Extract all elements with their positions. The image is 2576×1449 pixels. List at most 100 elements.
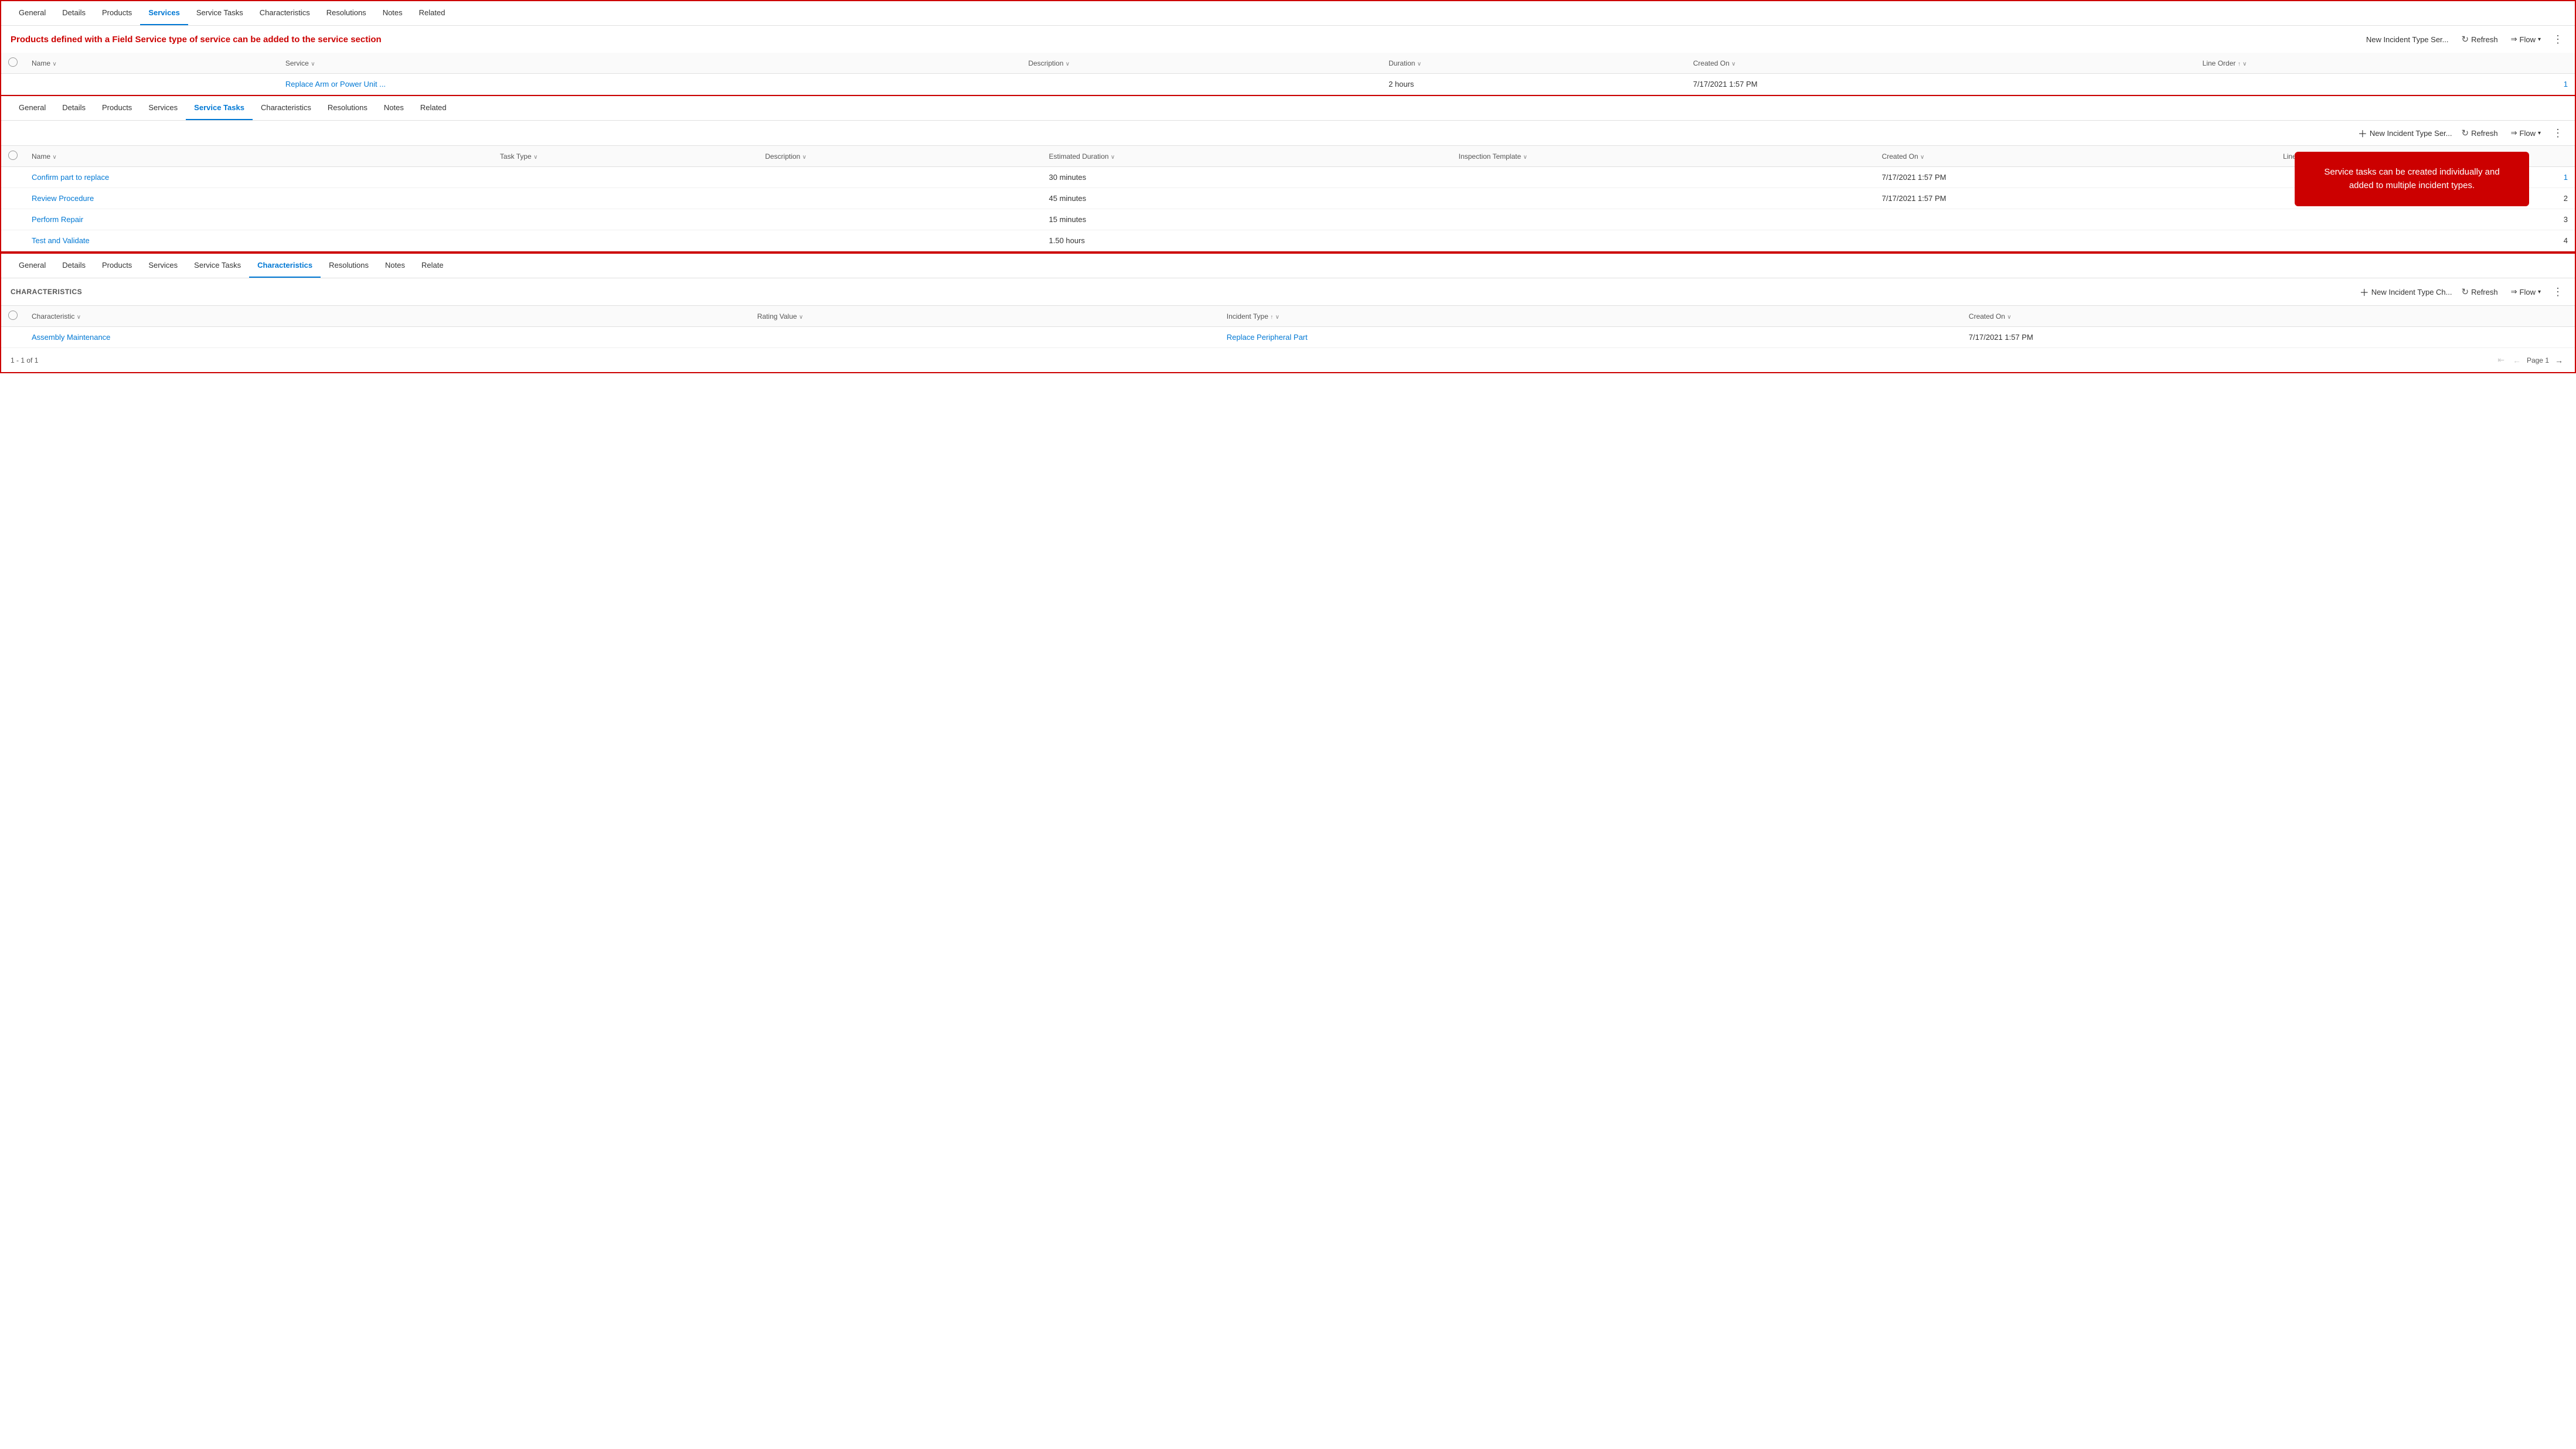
col-desc-2[interactable]: Description ∨: [758, 146, 1042, 167]
tab-characteristics-3[interactable]: Characteristics: [249, 254, 321, 278]
row-characteristic-1[interactable]: Assembly Maintenance: [25, 327, 750, 348]
meatball-menu-2[interactable]: ⋮: [2550, 127, 2565, 139]
flow-button-2[interactable]: ⇒ Flow ▾: [2507, 126, 2544, 140]
col-incident-type[interactable]: Incident Type ↑ ∨: [1220, 306, 1962, 327]
add-new-ch-button[interactable]: ＋ New Incident Type Ch...: [2360, 285, 2452, 299]
row-service-1[interactable]: Replace Arm or Power Unit ...: [278, 74, 1022, 95]
new-incident-type-ser-label-1: New Incident Type Ser...: [2366, 35, 2449, 44]
tab-details-3[interactable]: Details: [54, 254, 94, 278]
pagination-summary: 1 - 1 of 1: [11, 356, 38, 364]
table-row: Review Procedure 45 minutes 7/17/2021 1:…: [1, 188, 2575, 209]
chevron-down-icon-2: ▾: [2538, 130, 2541, 137]
services-banner-row: Products defined with a Field Service ty…: [1, 26, 2575, 53]
tab-products-1[interactable]: Products: [94, 1, 140, 25]
refresh-button-1[interactable]: ↻ Refresh: [2458, 32, 2502, 47]
tab-products-3[interactable]: Products: [94, 254, 140, 278]
sort-icon-created-1: ∨: [1731, 61, 1736, 67]
flow-button-3[interactable]: ⇒ Flow ▾: [2507, 285, 2544, 299]
col-service-1[interactable]: Service ∨: [278, 53, 1022, 74]
col-name-1[interactable]: Name ∨: [25, 53, 278, 74]
tab-general-3[interactable]: General: [11, 254, 54, 278]
col-duration-1[interactable]: Duration ∨: [1381, 53, 1686, 74]
col-insp-tmpl-2[interactable]: Inspection Template ∨: [1452, 146, 1875, 167]
meatball-menu-3[interactable]: ⋮: [2550, 286, 2565, 298]
row-checkbox-st-2[interactable]: [1, 188, 25, 209]
refresh-icon-3: ↻: [2462, 287, 2469, 297]
refresh-button-2[interactable]: ↻ Refresh: [2458, 125, 2502, 141]
row-duration-1: 2 hours: [1381, 74, 1686, 95]
row-incident-type-1[interactable]: Replace Peripheral Part: [1220, 327, 1962, 348]
row-checkbox-st-3[interactable]: [1, 209, 25, 230]
tab-resolutions-3[interactable]: Resolutions: [321, 254, 377, 278]
characteristics-section-header: CHARACTERISTICS ＋ New Incident Type Ch..…: [1, 278, 2575, 306]
row-it-st-2: [1452, 188, 1875, 209]
col-name-2[interactable]: Name ∨: [25, 146, 493, 167]
circle-checkbox-1: [8, 57, 18, 67]
row-lo-st-4: 4: [2276, 230, 2575, 251]
tab-services-2[interactable]: Services: [140, 96, 186, 120]
tab-details-2[interactable]: Details: [54, 96, 94, 120]
first-page-button[interactable]: ⇤: [2495, 354, 2507, 366]
tab-characteristics-2[interactable]: Characteristics: [253, 96, 319, 120]
col-task-type-2[interactable]: Task Type ∨: [493, 146, 758, 167]
refresh-button-3[interactable]: ↻ Refresh: [2458, 284, 2502, 299]
characteristics-panel: General Details Products Services Servic…: [0, 253, 2576, 373]
select-all-checkbox-2[interactable]: [1, 146, 25, 167]
prev-page-button[interactable]: ←: [2510, 354, 2523, 366]
col-created-on-1[interactable]: Created On ∨: [1686, 53, 2196, 74]
select-all-checkbox-1[interactable]: [1, 53, 25, 74]
tab-service-tasks-2[interactable]: Service Tasks: [186, 96, 253, 120]
tab-services-1[interactable]: Services: [140, 1, 188, 25]
tab-notes-1[interactable]: Notes: [375, 1, 411, 25]
tab-products-2[interactable]: Products: [94, 96, 140, 120]
row-desc-1: [1021, 74, 1381, 95]
col-line-order-1[interactable]: Line Order ↑ ∨: [2196, 53, 2575, 74]
tab-service-tasks-3[interactable]: Service Tasks: [186, 254, 249, 278]
col-description-1[interactable]: Description ∨: [1021, 53, 1381, 74]
sort-icon-co-2: ∨: [1920, 154, 1924, 161]
service-tasks-nav: General Details Products Services Servic…: [1, 96, 2575, 121]
tab-general-1[interactable]: General: [11, 1, 54, 25]
tab-related-2[interactable]: Related: [412, 96, 455, 120]
tab-services-3[interactable]: Services: [140, 254, 186, 278]
tab-details-1[interactable]: Details: [54, 1, 94, 25]
tab-resolutions-2[interactable]: Resolutions: [319, 96, 376, 120]
tab-service-tasks-1[interactable]: Service Tasks: [188, 1, 251, 25]
sort-icon-service-1: ∨: [311, 61, 315, 67]
row-checkbox-1[interactable]: [1, 74, 25, 95]
next-page-button[interactable]: →: [2553, 354, 2565, 366]
tab-related-3[interactable]: Relate: [413, 254, 452, 278]
characteristics-nav: General Details Products Services Servic…: [1, 254, 2575, 278]
services-toolbar: New Incident Type Ser... ↻ Refresh ⇒ Flo…: [2363, 32, 2565, 47]
col-created-on-3[interactable]: Created On ∨: [1962, 306, 2575, 327]
col-created-on-2[interactable]: Created On ∨: [1875, 146, 2276, 167]
sort-icon-lo-1: ↑: [2238, 61, 2241, 67]
tab-characteristics-1[interactable]: Characteristics: [251, 1, 318, 25]
row-checkbox-ch-1[interactable]: [1, 327, 25, 348]
tab-notes-3[interactable]: Notes: [377, 254, 413, 278]
row-checkbox-st-4[interactable]: [1, 230, 25, 251]
characteristics-toolbar: ＋ New Incident Type Ch... ↻ Refresh ⇒ Fl…: [2360, 284, 2565, 299]
tab-general-2[interactable]: General: [11, 96, 54, 120]
add-new-st-button[interactable]: ＋ New Incident Type Ser...: [2358, 126, 2452, 140]
meatball-menu-1[interactable]: ⋮: [2550, 33, 2565, 46]
tab-resolutions-1[interactable]: Resolutions: [318, 1, 375, 25]
col-characteristic[interactable]: Characteristic ∨: [25, 306, 750, 327]
row-checkbox-st-1[interactable]: [1, 167, 25, 188]
row-desc-st-1: [758, 167, 1042, 188]
row-co-st-4: [1875, 230, 2276, 251]
row-rating-1: [750, 327, 1220, 348]
row-name-st-1[interactable]: Confirm part to replace: [25, 167, 493, 188]
tab-related-1[interactable]: Related: [411, 1, 454, 25]
col-rating-value[interactable]: Rating Value ∨: [750, 306, 1220, 327]
select-all-checkbox-3[interactable]: [1, 306, 25, 327]
row-name-st-3[interactable]: Perform Repair: [25, 209, 493, 230]
row-name-st-4[interactable]: Test and Validate: [25, 230, 493, 251]
service-tasks-toolbar: ＋ New Incident Type Ser... ↻ Refresh ⇒ F…: [1, 121, 2575, 146]
new-incident-type-ser-button-1[interactable]: New Incident Type Ser...: [2363, 33, 2452, 46]
tab-notes-2[interactable]: Notes: [376, 96, 412, 120]
flow-button-1[interactable]: ⇒ Flow ▾: [2507, 32, 2544, 46]
row-name-st-2[interactable]: Review Procedure: [25, 188, 493, 209]
sort-icon-dur-1: ∨: [1417, 61, 1421, 67]
col-est-dur-2[interactable]: Estimated Duration ∨: [1042, 146, 1452, 167]
